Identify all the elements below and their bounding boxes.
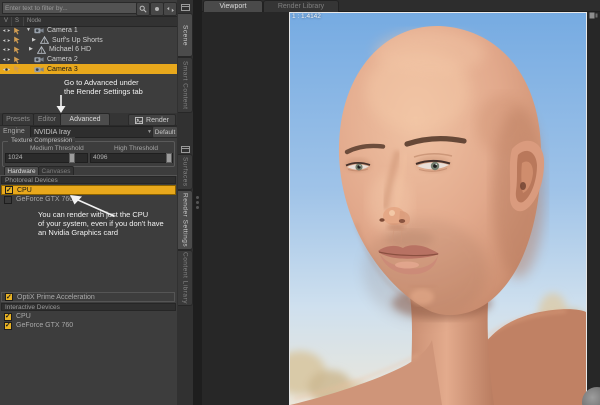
search-button[interactable] [136, 2, 150, 16]
arrows-icon [166, 6, 175, 13]
scene-node-surf-s-up-shorts[interactable]: ▶ Surf's Up Shorts [0, 36, 177, 46]
filter-mode-button[interactable] [150, 2, 164, 16]
device-label: CPU [16, 313, 31, 320]
device-label: CPU [17, 186, 32, 194]
node-label[interactable]: Camera 2 [46, 56, 78, 63]
interactive-device-list: CPU GeForce GTX 760 [1, 312, 176, 330]
column-visibility: V [4, 18, 9, 24]
visibility-eye-icon[interactable] [2, 27, 11, 34]
optix-checkbox[interactable] [5, 293, 13, 301]
device-label: GeForce GTX 760 [16, 196, 74, 203]
rendered-portrait [290, 13, 586, 405]
device-label: GeForce GTX 760 [16, 322, 74, 329]
engine-label: Engine [3, 128, 25, 135]
mesh-icon [37, 45, 46, 54]
scene-and-render-panel: V S Node ▼ Camera 1 ▶ Surf's Up Shorts ▶ Mich… [0, 0, 178, 405]
tab-editor[interactable]: Editor [33, 113, 61, 125]
high-threshold-slider[interactable]: 4096 [90, 153, 173, 163]
scene-node-camera-1[interactable]: ▼ Camera 1 [0, 26, 177, 36]
visibility-eye-icon[interactable] [2, 56, 11, 63]
camera-icon [34, 66, 44, 73]
render-image-icon [135, 116, 143, 124]
default-button[interactable]: Default [152, 126, 178, 138]
vertical-tab-scene[interactable]: Scene [178, 13, 193, 57]
photoreal-devices-header: Photoreal Devices [1, 176, 176, 184]
optix-label: OptiX Prime Acceleration [17, 293, 95, 301]
pane-menu-icon[interactable] [180, 145, 190, 153]
slider-handle[interactable] [69, 153, 76, 163]
mesh-icon [40, 36, 49, 45]
texture-compression-title: Texture Compression [8, 137, 76, 144]
expander-icon[interactable]: ▶ [29, 45, 35, 54]
device-row-cpu[interactable]: CPU [1, 185, 176, 195]
search-icon [139, 5, 147, 13]
scene-tree: ▼ Camera 1 ▶ Surf's Up Shorts ▶ Michael 6 HD C… [0, 26, 177, 74]
medium-threshold-label: Medium Threshold [30, 145, 84, 152]
node-label[interactable]: Michael 6 HD [48, 46, 91, 53]
vertical-tab-surfaces[interactable]: Surfaces [178, 154, 193, 190]
selection-pointer-icon[interactable] [13, 56, 22, 64]
vertical-tab-render-settings[interactable]: Render Settings [178, 190, 193, 250]
high-threshold-label: High Threshold [114, 145, 158, 152]
expander-icon[interactable]: ▼ [26, 26, 32, 35]
tab-presets[interactable]: Presets [2, 113, 34, 125]
node-label[interactable]: Camera 3 [46, 66, 78, 73]
down-arrow-icon [56, 95, 66, 113]
scene-filter-input[interactable] [2, 2, 138, 14]
camera-icon [34, 27, 44, 34]
scene-node-camera-3[interactable]: Camera 3 [0, 64, 177, 74]
vertical-tab-smart-content[interactable]: Smart Content [178, 57, 193, 113]
selection-pointer-icon[interactable] [13, 46, 22, 54]
dot-icon [153, 5, 161, 13]
medium-threshold-slider[interactable]: 1024 [5, 153, 88, 163]
selection-pointer-icon[interactable] [13, 65, 22, 73]
column-selection: S [15, 18, 20, 24]
scene-node-michael-6-hd[interactable]: ▶ Michael 6 HD [0, 45, 177, 55]
annotation-cpu-render: You can render with just the CPU of your… [38, 210, 164, 237]
tab-render-library[interactable]: Render Library [263, 0, 339, 12]
tab-advanced[interactable]: Advanced [60, 113, 110, 125]
device-checkbox[interactable] [4, 195, 12, 204]
selection-pointer-icon[interactable] [13, 36, 22, 44]
visibility-eye-icon[interactable] [2, 66, 11, 73]
pane-menu-icon[interactable] [180, 3, 190, 11]
panel-splitter[interactable] [193, 0, 202, 405]
device-checkbox[interactable] [4, 321, 12, 330]
visibility-eye-icon[interactable] [2, 46, 11, 53]
camera-view-frame[interactable] [289, 12, 587, 405]
device-checkbox[interactable] [5, 186, 13, 194]
vertical-tab-content-library[interactable]: Content Library [178, 250, 193, 306]
device-row-geforce-gtx-760[interactable]: GeForce GTX 760 [1, 321, 176, 330]
selection-pointer-icon[interactable] [13, 27, 22, 35]
optix-acceleration-row[interactable]: OptiX Prime Acceleration [1, 292, 175, 302]
viewport-corner-icon[interactable] [589, 12, 598, 19]
tab-viewport[interactable]: Viewport [203, 0, 263, 12]
photoreal-device-list: CPU GeForce GTX 760 [1, 185, 176, 204]
expander-icon[interactable]: ▶ [32, 36, 38, 45]
daz-studio-window: V S Node ▼ Camera 1 ▶ Surf's Up Shorts ▶ Mich… [0, 0, 600, 405]
scene-node-camera-2[interactable]: Camera 2 [0, 55, 177, 65]
node-label[interactable]: Surf's Up Shorts [51, 37, 103, 44]
interactive-devices-header: Interactive Devices [1, 303, 176, 311]
viewport-pane: Viewport Render Library 1: 1.4142 [202, 0, 600, 405]
visibility-eye-icon[interactable] [2, 37, 11, 44]
device-row-cpu[interactable]: CPU [1, 312, 176, 321]
annotation-go-to-advanced: Go to Advanced under the Render Settings… [64, 78, 143, 96]
aspect-ratio-label: 1 : 1.4142 [292, 13, 321, 20]
filter-nav-button[interactable] [163, 2, 177, 16]
render-button[interactable]: Render [128, 114, 176, 126]
device-checkbox[interactable] [4, 312, 12, 321]
column-node: Node [27, 18, 42, 24]
device-row-geforce-gtx-760[interactable]: GeForce GTX 760 [1, 195, 176, 204]
camera-icon [34, 56, 44, 63]
node-label[interactable]: Camera 1 [46, 27, 78, 34]
slider-handle[interactable] [166, 153, 173, 163]
